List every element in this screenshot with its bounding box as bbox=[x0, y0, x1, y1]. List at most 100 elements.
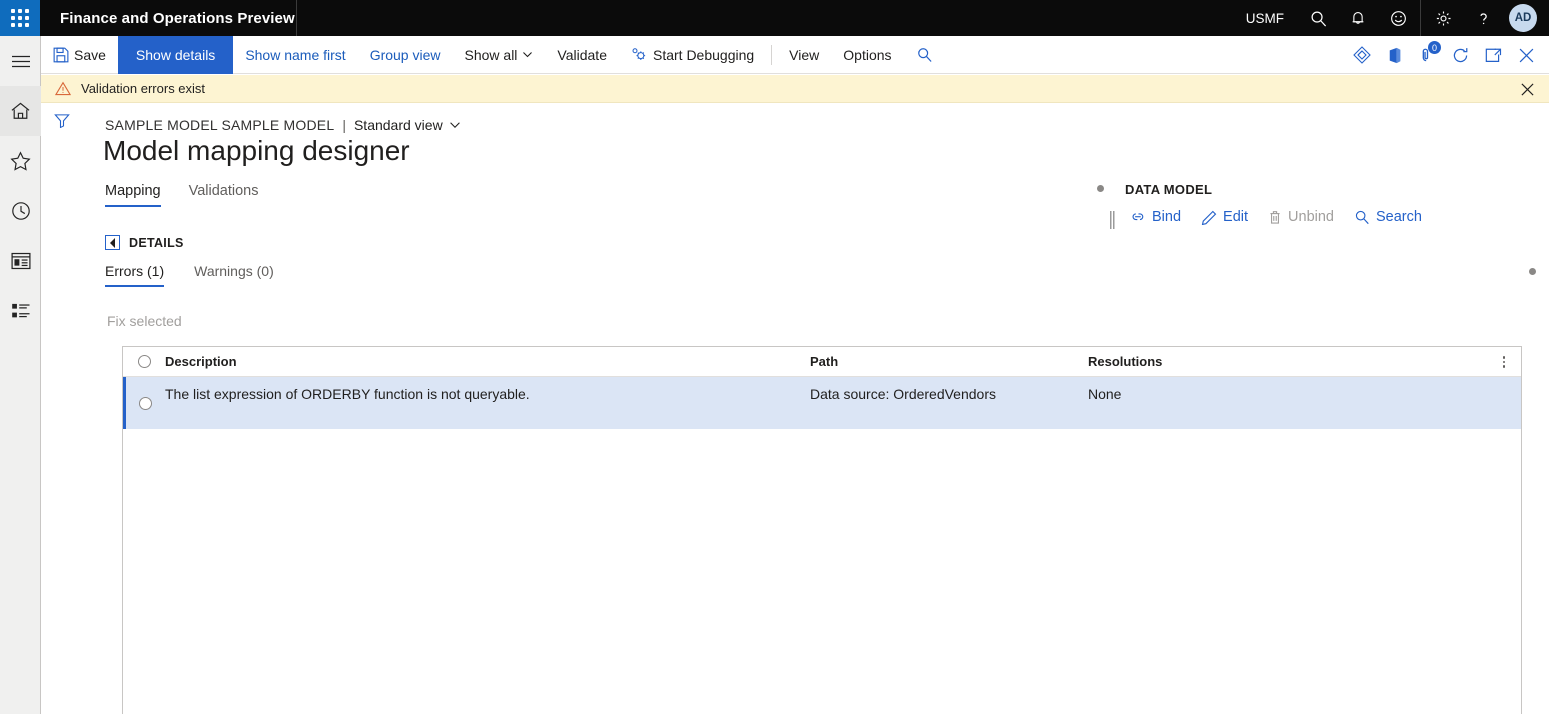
collapse-triangle-icon[interactable] bbox=[105, 235, 120, 250]
breadcrumb-view-selector[interactable]: Standard view bbox=[354, 117, 461, 133]
drag-grip-icon[interactable] bbox=[1110, 211, 1116, 229]
tab-validations[interactable]: Validations bbox=[189, 183, 259, 207]
sidebar-item-workspaces[interactable] bbox=[0, 236, 41, 286]
column-header-resolutions[interactable]: Resolutions bbox=[1088, 354, 1521, 369]
grid-empty-area bbox=[123, 429, 1521, 714]
warning-triangle-icon bbox=[55, 81, 71, 96]
waffle-grid-icon[interactable] bbox=[0, 0, 40, 36]
panel-resize-dot[interactable] bbox=[1529, 268, 1536, 275]
column-options-icon[interactable] bbox=[1495, 347, 1513, 377]
fix-selected-label: Fix selected bbox=[107, 313, 182, 329]
office-app-icon[interactable] bbox=[1378, 36, 1411, 74]
filter-funnel-icon[interactable] bbox=[41, 103, 83, 137]
data-model-title: DATA MODEL bbox=[1125, 182, 1213, 197]
bind-label: Bind bbox=[1152, 209, 1182, 225]
show-details-label: Show details bbox=[135, 46, 216, 63]
command-bar: Save Show details Show name first Group … bbox=[41, 35, 1549, 74]
search-button[interactable]: Search bbox=[1354, 209, 1422, 225]
hamburger-menu-icon[interactable] bbox=[0, 36, 41, 86]
edit-button[interactable]: Edit bbox=[1201, 209, 1248, 225]
command-bar-right-icons: 0 bbox=[1345, 36, 1543, 74]
sidebar-item-favorites[interactable] bbox=[0, 136, 41, 186]
close-icon[interactable] bbox=[1510, 36, 1543, 74]
details-subtabs: Errors (1) Warnings (0) bbox=[105, 263, 274, 287]
company-label[interactable]: USMF bbox=[1232, 11, 1298, 26]
details-section-label: DETAILS bbox=[129, 235, 184, 250]
view-label: View bbox=[789, 46, 820, 63]
breadcrumb-separator: | bbox=[342, 117, 346, 133]
edit-label: Edit bbox=[1223, 209, 1249, 225]
group-view-button[interactable]: Group view bbox=[358, 36, 453, 74]
fix-selected-button[interactable]: Fix selected bbox=[107, 313, 182, 329]
radio-unselected-icon[interactable] bbox=[137, 355, 151, 368]
attachments-badge: 0 bbox=[1428, 41, 1441, 54]
page-content: SAMPLE MODEL SAMPLE MODEL | Standard vie… bbox=[83, 103, 1549, 714]
tab-warnings[interactable]: Warnings (0) bbox=[194, 263, 274, 287]
validate-label: Validate bbox=[557, 46, 607, 63]
tab-mapping[interactable]: Mapping bbox=[105, 183, 161, 207]
unbind-trash-icon bbox=[1270, 210, 1280, 224]
start-debugging-button[interactable]: Start Debugging bbox=[619, 36, 766, 74]
navigation-rail bbox=[0, 36, 41, 714]
message-close-icon[interactable] bbox=[1513, 75, 1541, 103]
save-button[interactable]: Save bbox=[41, 36, 118, 74]
sidebar-item-recent[interactable] bbox=[0, 186, 41, 236]
column-header-path[interactable]: Path bbox=[810, 354, 1088, 369]
tab-mapping-label: Mapping bbox=[105, 183, 161, 199]
errors-grid: Description Path Resolutions The list ex… bbox=[122, 346, 1522, 714]
app-title: Finance and Operations Preview bbox=[60, 9, 295, 27]
application-window: Finance and Operations Preview USMF AD S… bbox=[0, 0, 1549, 714]
validation-message-bar: Validation errors exist bbox=[41, 75, 1549, 103]
header-icon-divider bbox=[1420, 0, 1421, 36]
unbind-button[interactable]: Unbind bbox=[1268, 209, 1334, 225]
table-row[interactable]: The list expression of ORDERBY function … bbox=[123, 377, 1521, 429]
popout-window-icon[interactable] bbox=[1477, 36, 1510, 74]
save-label: Save bbox=[74, 46, 106, 63]
help-question-icon[interactable] bbox=[1463, 0, 1503, 36]
search-icon bbox=[1355, 210, 1369, 225]
breadcrumb-view-label: Standard view bbox=[353, 117, 443, 133]
debug-gear-icon bbox=[632, 48, 646, 60]
row-selector-cell bbox=[126, 377, 165, 429]
unbind-label: Unbind bbox=[1288, 209, 1334, 225]
grid-header-row: Description Path Resolutions bbox=[123, 347, 1521, 377]
details-section-header[interactable]: DETAILS bbox=[105, 235, 184, 250]
column-header-description[interactable]: Description bbox=[165, 354, 810, 369]
tab-validations-label: Validations bbox=[188, 183, 259, 199]
panel-resize-dot[interactable] bbox=[1097, 185, 1104, 192]
cell-resolutions: None bbox=[1088, 386, 1122, 402]
options-menu[interactable]: Options bbox=[831, 36, 903, 74]
attachments-icon[interactable]: 0 bbox=[1411, 36, 1444, 74]
command-divider bbox=[771, 44, 773, 65]
tab-errors-label: Errors (1) bbox=[105, 263, 165, 279]
data-model-actions: Bind Edit Unbind Search bbox=[1130, 209, 1422, 225]
feedback-smiley-icon[interactable] bbox=[1378, 0, 1418, 36]
breadcrumb: SAMPLE MODEL SAMPLE MODEL | Standard vie… bbox=[105, 117, 461, 133]
notifications-bell-icon[interactable] bbox=[1338, 0, 1378, 36]
header-divider bbox=[296, 0, 297, 36]
powerbi-diamond-icon[interactable] bbox=[1345, 36, 1378, 74]
data-model-panel: DATA MODEL Bind Edit Unbind Search bbox=[1088, 171, 1548, 275]
breadcrumb-model: SAMPLE MODEL SAMPLE MODEL bbox=[105, 117, 335, 133]
validate-button[interactable]: Validate bbox=[545, 36, 619, 74]
settings-gear-icon[interactable] bbox=[1423, 0, 1463, 36]
show-all-menu[interactable]: Show all bbox=[453, 36, 546, 74]
cell-path: Data source: OrderedVendors bbox=[810, 386, 996, 402]
show-details-button[interactable]: Show details bbox=[117, 35, 234, 74]
search-icon[interactable] bbox=[1298, 0, 1338, 36]
show-name-first-label: Show name first bbox=[245, 46, 346, 63]
avatar[interactable]: AD bbox=[1509, 4, 1537, 32]
tab-errors[interactable]: Errors (1) bbox=[105, 263, 165, 287]
validation-message-text: Validation errors exist bbox=[81, 81, 206, 96]
command-search-icon[interactable] bbox=[904, 36, 945, 74]
page-tabs: Mapping Validations bbox=[105, 183, 258, 207]
bind-button[interactable]: Bind bbox=[1130, 209, 1181, 225]
sidebar-item-modules[interactable] bbox=[0, 286, 41, 336]
show-name-first-button[interactable]: Show name first bbox=[233, 36, 357, 74]
radio-unselected-icon[interactable] bbox=[139, 397, 152, 410]
chevron-down-icon bbox=[449, 122, 460, 128]
sidebar-item-home[interactable] bbox=[0, 86, 41, 136]
refresh-icon[interactable] bbox=[1444, 36, 1477, 74]
options-label: Options bbox=[843, 46, 892, 63]
view-menu[interactable]: View bbox=[777, 36, 831, 74]
